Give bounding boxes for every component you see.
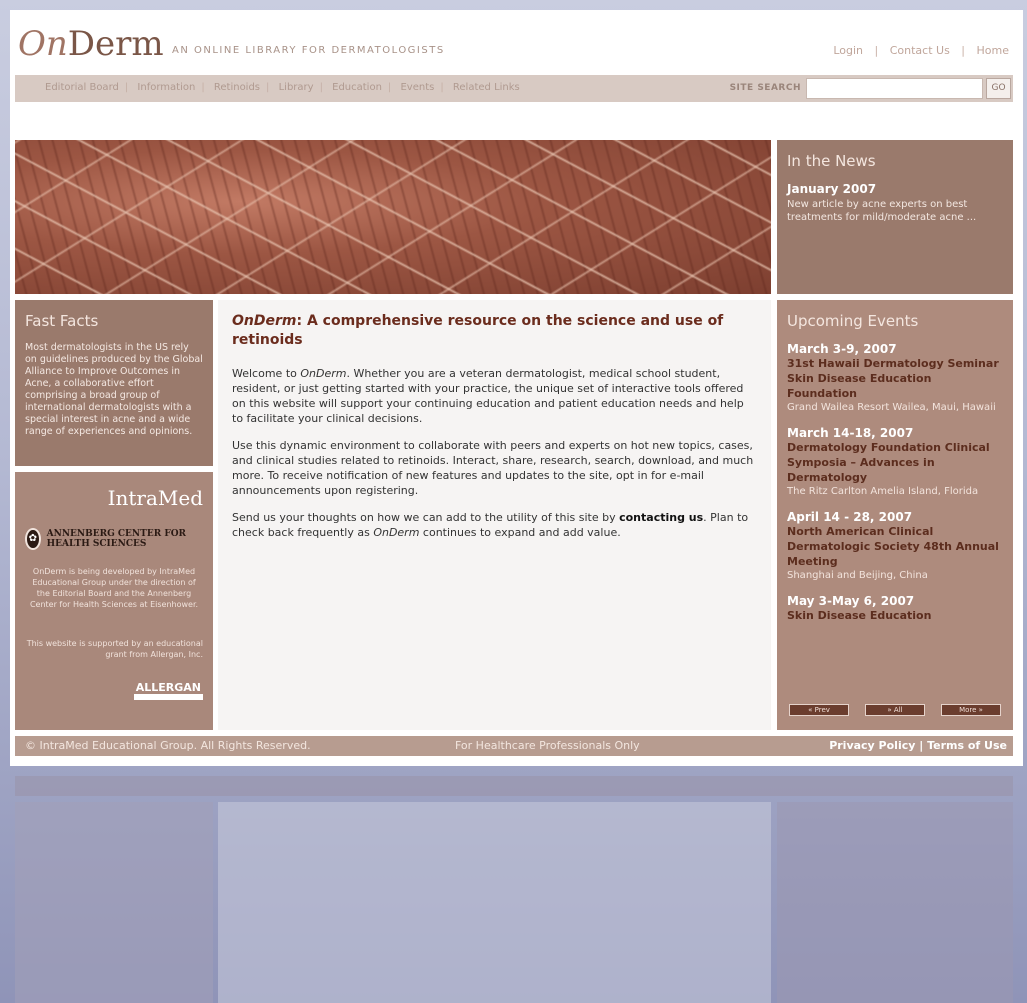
- logo-on: On: [18, 24, 68, 64]
- go-button[interactable]: GO: [986, 78, 1011, 99]
- title-onderm: OnDerm: [232, 313, 297, 329]
- nav-related-links[interactable]: Related Links: [453, 82, 520, 93]
- nav-library[interactable]: Library: [279, 82, 314, 93]
- reflection-main: [218, 802, 771, 1003]
- event-date: May 3-May 6, 2007: [787, 594, 915, 608]
- separator: |: [915, 739, 928, 752]
- hero-skin-image: [15, 140, 771, 294]
- fast-facts-box: Fast Facts Most dermatologists in the US…: [15, 300, 213, 466]
- reflection-left-column: [15, 802, 213, 1003]
- event-date: April 14 - 28, 2007: [787, 510, 913, 524]
- copyright: © IntraMed Educational Group. All Rights…: [25, 739, 311, 752]
- event-location: The Ritz Carlton Amelia Island, Florida: [787, 486, 979, 497]
- intramed-logo[interactable]: IntraMed: [25, 486, 203, 510]
- login-link[interactable]: Login: [833, 44, 863, 57]
- event-date: March 3-9, 2007: [787, 342, 897, 356]
- annenberg-logo[interactable]: ✿ ANNENBERG CENTER FOR HEALTH SCIENCES: [25, 528, 203, 550]
- title-rest: : A comprehensive resource on the scienc…: [232, 313, 724, 348]
- intro-paragraph: Welcome to OnDerm. Whether you are a vet…: [232, 366, 757, 426]
- allergan-logo[interactable]: ALLERGAN: [25, 676, 203, 700]
- p3-text-a: Send us your thoughts on how we can add …: [232, 511, 620, 524]
- separator: |: [319, 82, 323, 93]
- sponsors-box: IntraMed ✿ ANNENBERG CENTER FOR HEALTH S…: [15, 472, 213, 730]
- privacy-policy-link[interactable]: Privacy Policy: [829, 739, 915, 752]
- separator: |: [440, 82, 444, 93]
- news-title: In the News: [787, 152, 876, 170]
- footer: © IntraMed Educational Group. All Rights…: [15, 736, 1013, 756]
- separator: |: [124, 82, 129, 93]
- nav-information[interactable]: Information: [137, 82, 195, 93]
- nav-education[interactable]: Education: [332, 82, 382, 93]
- top-links: Login | Contact Us | Home: [829, 44, 1013, 57]
- onderm-logo[interactable]: OnDerm: [18, 24, 164, 64]
- event-item[interactable]: March 3-9, 2007 31st Hawaii Dermatology …: [787, 342, 1003, 415]
- p1-text-a: Welcome to: [232, 367, 301, 380]
- separator: |: [266, 82, 270, 93]
- collaborate-paragraph: Use this dynamic environment to collabor…: [232, 439, 754, 497]
- separator: |: [387, 82, 392, 93]
- home-link[interactable]: Home: [977, 44, 1009, 57]
- more-events-button[interactable]: More »: [941, 704, 1001, 716]
- allergan-name: ALLERGAN: [133, 681, 203, 700]
- hcp-notice: For Healthcare Professionals Only: [455, 739, 640, 752]
- contact-us-link[interactable]: Contact Us: [890, 44, 950, 57]
- event-title: Skin Disease Education: [787, 609, 932, 622]
- reflection-footer: [15, 776, 1013, 796]
- main-content: OnDerm: A comprehensive resource on the …: [218, 300, 771, 730]
- logo-derm: Derm: [67, 24, 164, 64]
- all-events-button[interactable]: » All: [865, 704, 925, 716]
- p3-onderm: OnDerm: [373, 526, 420, 539]
- event-title: 31st Hawaii Dermatology Seminar Skin Dis…: [787, 357, 999, 400]
- p3-text-c: continues to expand and add value.: [419, 526, 621, 539]
- grant-note: This website is supported by an educatio…: [26, 639, 203, 659]
- main-nav: Editorial Board | Information | Retinoids |…: [15, 75, 1013, 102]
- event-item[interactable]: April 14 - 28, 2007 North American Clini…: [787, 510, 1003, 583]
- separator: |: [961, 44, 966, 57]
- fast-facts-text: Most dermatologists in the US rely on gu…: [25, 342, 203, 437]
- in-the-news-box: In the News January 2007 New article by …: [777, 140, 1013, 294]
- news-date[interactable]: January 2007: [787, 182, 1003, 196]
- contact-paragraph: Send us your thoughts on how we can add …: [232, 510, 757, 540]
- event-location: Shanghai and Beijing, China: [787, 570, 928, 581]
- nav-events[interactable]: Events: [400, 82, 434, 93]
- page-title: OnDerm: A comprehensive resource on the …: [232, 312, 757, 350]
- separator: |: [201, 82, 205, 93]
- fast-facts-title: Fast Facts: [25, 312, 99, 330]
- event-title: Dermatology Foundation Clinical Symposia…: [787, 441, 990, 484]
- event-date: March 14-18, 2007: [787, 426, 914, 440]
- news-text[interactable]: New article by acne experts on best trea…: [787, 198, 1003, 224]
- terms-of-use-link[interactable]: Terms of Use: [927, 739, 1007, 752]
- upcoming-events-box: Upcoming Events March 3-9, 2007 31st Haw…: [777, 300, 1013, 730]
- event-item[interactable]: May 3-May 6, 2007 Skin Disease Education: [787, 594, 1003, 623]
- site-tagline: AN ONLINE LIBRARY FOR DERMATOLOGISTS: [172, 45, 445, 56]
- page-reflection: [10, 772, 1023, 1003]
- annenberg-name: ANNENBERG CENTER FOR HEALTH SCIENCES: [46, 529, 187, 549]
- page: OnDerm AN ONLINE LIBRARY FOR DERMATOLOGI…: [10, 10, 1023, 766]
- nav-editorial-board[interactable]: Editorial Board: [45, 82, 119, 93]
- events-title: Upcoming Events: [787, 312, 919, 330]
- reflection-right-column: [777, 802, 1013, 1003]
- event-item[interactable]: March 14-18, 2007 Dermatology Foundation…: [787, 426, 1003, 499]
- event-title: North American Clinical Dermatologic Soc…: [787, 525, 999, 568]
- sponsor-note: OnDerm is being developed by IntraMed Ed…: [29, 567, 199, 609]
- footer-links: Privacy Policy | Terms of Use: [829, 736, 1007, 756]
- prev-events-button[interactable]: « Prev: [789, 704, 849, 716]
- separator: |: [874, 44, 879, 57]
- site-search-label: SITE SEARCH: [729, 83, 801, 93]
- contacting-us-link[interactable]: contacting us: [619, 511, 703, 524]
- site-search-input[interactable]: [806, 78, 983, 99]
- p1-onderm: OnDerm: [300, 367, 347, 380]
- event-location: Grand Wailea Resort Wailea, Maui, Hawaii: [787, 402, 996, 413]
- seal-icon: ✿: [25, 528, 41, 550]
- event-pagination: « Prev » All More »: [789, 704, 1001, 716]
- nav-retinoids[interactable]: Retinoids: [214, 82, 260, 93]
- nav-items: Editorial Board | Information | Retinoids |…: [45, 82, 526, 93]
